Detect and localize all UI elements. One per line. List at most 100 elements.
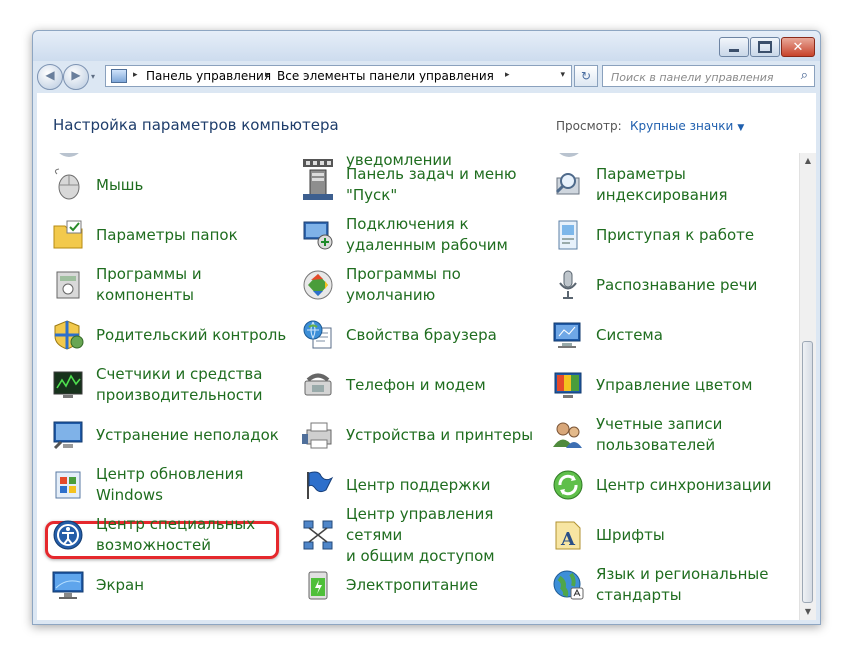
breadcrumb-separator-icon[interactable]: ▸ <box>505 70 510 80</box>
item-label[interactable]: Панель задач и меню "Пуск" <box>346 162 546 208</box>
control-panel-item[interactable]: Счетчики и средства производительности <box>51 362 291 408</box>
control-panel-item[interactable]: Система <box>551 312 791 358</box>
control-panel-item[interactable]: Управление цветом <box>551 362 791 408</box>
control-panel-item[interactable]: Устранение неполадок <box>51 412 291 458</box>
breadcrumb-separator-icon[interactable]: ▸ <box>265 70 270 80</box>
control-panel-item[interactable]: Экран <box>51 562 291 608</box>
back-arrow-icon: ◀ <box>45 68 55 82</box>
maximize-button[interactable] <box>750 37 780 57</box>
ease-of-access-icon <box>51 518 85 552</box>
control-panel-item[interactable]: Язык и региональные стандарты <box>551 562 791 608</box>
control-panel-item[interactable]: Панель задач и меню "Пуск" <box>301 162 541 208</box>
address-history-dropdown[interactable]: ▾ <box>560 70 565 80</box>
item-label[interactable]: Программы по умолчанию <box>346 262 546 308</box>
control-panel-item[interactable]: Родительский контроль <box>51 312 291 358</box>
control-panel-item[interactable]: Центр управления сетями и общим доступом <box>301 505 541 565</box>
control-panel-item[interactable]: Приступая к работе <box>551 212 791 258</box>
search-box[interactable]: ⌕ <box>602 65 815 87</box>
default-programs-icon <box>301 268 335 302</box>
control-panel-item[interactable]: Телефон и модем <box>301 362 541 408</box>
item-label[interactable]: Центр поддержки <box>346 462 546 508</box>
control-panel-item[interactable]: A Шрифты <box>551 512 791 558</box>
navigation-bar: ◀ ▶ ▾ ▸ Панель управления ▸ Все элементы… <box>33 61 820 91</box>
region-language-icon <box>551 568 585 602</box>
recent-pages-dropdown[interactable]: ▾ <box>91 72 95 81</box>
item-label[interactable]: Электропитание <box>346 562 546 608</box>
control-panel-item[interactable]: Мышь <box>51 162 291 208</box>
search-icon[interactable]: ⌕ <box>801 68 808 83</box>
scroll-down-button[interactable]: ▼ <box>800 604 816 620</box>
vertical-scrollbar[interactable]: ▲ ▼ <box>799 153 816 620</box>
control-panel-item[interactable]: Подключения к удаленным рабочим <box>301 212 541 258</box>
item-label[interactable]: Телефон и модем <box>346 362 546 408</box>
item-label[interactable]: Язык и региональные стандарты <box>596 562 796 608</box>
close-button[interactable]: ✕ <box>781 37 815 57</box>
item-label[interactable]: Учетные записи пользователей <box>596 412 796 458</box>
item-label-line: удаленным рабочим <box>346 236 508 254</box>
control-panel-item[interactable]: Программы по умолчанию <box>301 262 541 308</box>
search-input[interactable] <box>609 68 793 86</box>
item-label-line: Экран <box>96 575 145 594</box>
control-panel-item[interactable]: Распознавание речи <box>551 262 791 308</box>
item-label[interactable]: Счетчики и средства производительности <box>96 362 296 408</box>
view-mode-dropdown[interactable]: Крупные значки ▼ <box>630 119 744 133</box>
breadcrumb-all-items[interactable]: Все элементы панели управления <box>277 69 494 83</box>
item-label-line: Родительский контроль <box>96 325 287 344</box>
forward-button[interactable]: ▶ <box>63 64 89 90</box>
item-label[interactable]: Подключения к удаленным рабочим <box>346 212 546 258</box>
item-label[interactable]: Приступая к работе <box>596 212 796 258</box>
breadcrumb-control-panel[interactable]: Панель управления <box>146 69 271 83</box>
control-panel-item[interactable]: Центр обновления Windows <box>51 462 291 508</box>
control-panel-icon <box>111 69 127 83</box>
item-label[interactable]: Параметры папок <box>96 212 296 258</box>
item-label[interactable]: Мышь <box>96 162 296 208</box>
item-label-line: Центр обновления <box>96 465 244 483</box>
item-label-line: Свойства браузера <box>346 325 497 344</box>
item-label[interactable]: Распознавание речи <box>596 262 796 308</box>
item-label[interactable]: Центр управления сетями и общим доступом <box>346 505 546 565</box>
item-label[interactable]: Программы и компоненты <box>96 262 296 308</box>
back-button[interactable]: ◀ <box>37 64 63 90</box>
control-panel-item[interactable]: Параметры индексирования <box>551 162 791 208</box>
item-label[interactable]: Устройства и принтеры <box>346 412 546 458</box>
item-label-line: Параметры папок <box>96 225 238 244</box>
item-label[interactable]: Управление цветом <box>596 362 796 408</box>
power-options-icon <box>301 568 335 602</box>
control-panel-item[interactable]: Свойства браузера <box>301 312 541 358</box>
item-label[interactable]: Параметры индексирования <box>596 162 796 208</box>
item-label[interactable]: Центр обновления Windows <box>96 462 296 508</box>
item-label[interactable]: Экран <box>96 562 296 608</box>
control-panel-item[interactable]: Электропитание <box>301 562 541 608</box>
control-panel-item[interactable]: Центр синхронизации <box>551 462 791 508</box>
scroll-up-button[interactable]: ▲ <box>800 153 816 169</box>
minimize-button[interactable] <box>719 37 749 57</box>
color-management-icon <box>551 368 585 402</box>
item-label-line: Подключения к <box>346 215 469 233</box>
item-label[interactable]: Устранение неполадок <box>96 412 296 458</box>
item-label-line: Программы и <box>96 265 202 283</box>
item-label[interactable]: Система <box>596 312 796 358</box>
item-label[interactable]: Центр специальных возможностей <box>96 512 296 558</box>
display-icon <box>51 568 85 602</box>
address-bar[interactable]: ▸ Панель управления ▸ Все элементы панел… <box>105 65 572 87</box>
breadcrumb-separator-icon[interactable]: ▸ <box>133 70 138 80</box>
item-label[interactable]: Шрифты <box>596 512 796 558</box>
item-label-line: Центр синхронизации <box>596 475 772 494</box>
remote-desktop-icon <box>301 218 335 252</box>
control-panel-item[interactable]: Программы и компоненты <box>51 262 291 308</box>
item-label[interactable]: Свойства браузера <box>346 312 546 358</box>
item-label-line: Управление цветом <box>596 375 753 394</box>
item-label[interactable]: Центр синхронизации <box>596 462 796 508</box>
control-panel-item[interactable]: Параметры папок <box>51 212 291 258</box>
control-panel-item[interactable]: Устройства и принтеры <box>301 412 541 458</box>
control-panel-item[interactable]: Центр поддержки <box>301 462 541 508</box>
item-label[interactable]: Родительский контроль <box>96 312 296 358</box>
control-panel-item[interactable]: Учетные записи пользователей <box>551 412 791 458</box>
item-label-line: пользователей <box>596 436 716 454</box>
control-panel-item[interactable]: Центр специальных возможностей <box>51 512 291 558</box>
item-label-line: Электропитание <box>346 575 479 594</box>
control-panel-window: ✕ ◀ ▶ ▾ ▸ Панель управления ▸ Все элемен… <box>32 30 821 625</box>
refresh-button[interactable]: ↻ <box>574 65 598 87</box>
scroll-thumb[interactable] <box>802 341 813 603</box>
item-label-line: умолчанию <box>346 286 436 304</box>
